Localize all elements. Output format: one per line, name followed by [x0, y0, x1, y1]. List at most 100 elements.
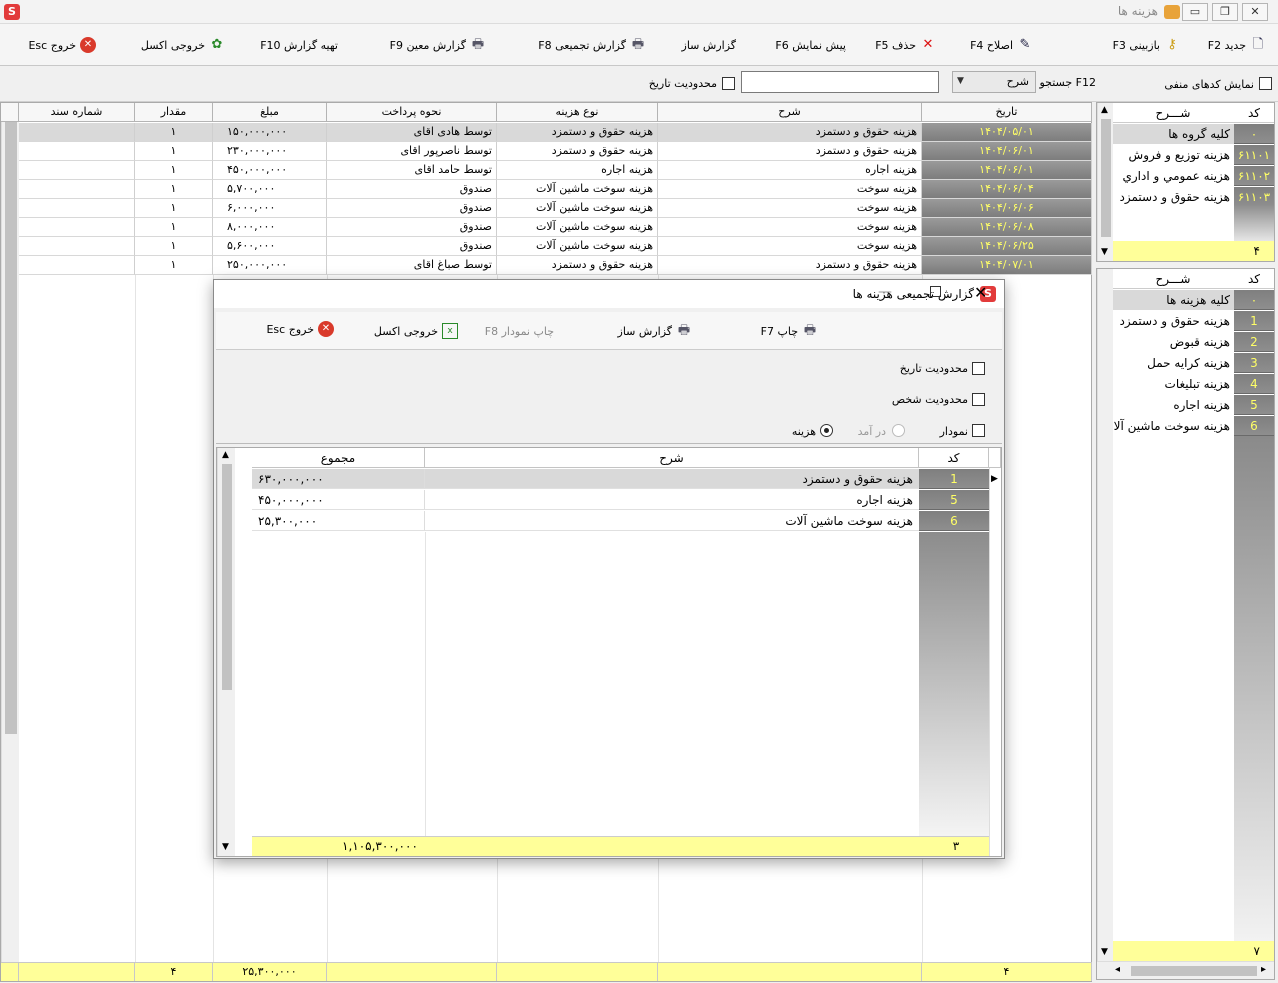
table-cell-pay[interactable]: توسط ناصرپور اقای — [327, 142, 497, 161]
dialog-maximize-button[interactable] — [930, 286, 941, 297]
table-cell-desc[interactable]: هزینه حقوق و دستمزد — [658, 142, 922, 161]
search-input[interactable] — [741, 71, 939, 93]
expense-code[interactable]: ۰ — [1234, 290, 1274, 310]
close-button[interactable]: ✕ — [1242, 3, 1268, 21]
dialog-row-total[interactable]: ۴۵۰,۰۰۰,۰۰۰ — [252, 490, 425, 510]
dialog-row-code[interactable]: 5 — [919, 490, 989, 510]
group-code[interactable]: ۶۱۱۰۳ — [1234, 187, 1274, 207]
table-cell-pay[interactable]: صندوق — [327, 237, 497, 256]
expense-desc[interactable]: کلیه هزینه ها — [1112, 290, 1234, 310]
group-code[interactable]: ۶۱۱۰۱ — [1234, 145, 1274, 165]
dialog-row-total[interactable]: ۲۵,۳۰۰,۰۰۰ — [252, 511, 425, 531]
dialog-excel-button[interactable]: x خروجی اکسل — [374, 322, 458, 340]
scroll-thumb[interactable] — [5, 122, 17, 734]
table-cell-type[interactable]: هزینه حقوق و دستمزد — [497, 142, 658, 161]
dialog-row-desc[interactable]: هزینه سوخت ماشین آلات — [425, 511, 919, 531]
dialog-minimize-button[interactable]: — — [878, 284, 892, 300]
table-cell-desc[interactable]: هزینه اجاره — [658, 161, 922, 180]
table-cell-date[interactable]: ۱۴۰۴/۰۶/۰۸ — [922, 218, 1092, 237]
dialog-row-code[interactable]: 1 — [919, 469, 989, 489]
show-negative-checkbox[interactable] — [1259, 77, 1272, 90]
table-cell-date[interactable]: ۱۴۰۴/۰۶/۰۶ — [922, 199, 1092, 218]
summary-report-button[interactable]: 🖶 گزارش تجمیعی F8 — [538, 36, 646, 54]
dialog-chart-print-button[interactable]: چاپ نمودار F8 — [485, 322, 554, 340]
table-cell-qty[interactable]: ۱ — [135, 256, 213, 275]
table-cell-doc[interactable] — [19, 256, 135, 275]
dialog-print-button[interactable]: 🖶 چاپ F7 — [761, 322, 818, 340]
table-cell-qty[interactable]: ۱ — [135, 123, 213, 142]
expense-code[interactable]: 5 — [1234, 395, 1274, 415]
expense-desc[interactable]: هزینه قبوض — [1112, 332, 1234, 352]
expense-code[interactable]: 2 — [1234, 332, 1274, 352]
prepare-report-button[interactable]: تهیه گزارش F10 — [260, 36, 338, 54]
expense-code[interactable]: 4 — [1234, 374, 1274, 394]
table-cell-date[interactable]: ۱۴۰۴/۰۶/۰۴ — [922, 180, 1092, 199]
dlg-col-header-total[interactable]: مجموع — [252, 448, 425, 468]
table-cell-doc[interactable] — [19, 237, 135, 256]
col-header-type[interactable]: نوع هزینه — [497, 103, 658, 122]
expense-hscrollbar[interactable]: ◂ ▸ — [1097, 961, 1274, 979]
table-cell-pay[interactable]: توسط هادی اقای — [327, 123, 497, 142]
table-cell-date[interactable]: ۱۴۰۴/۰۶/۲۵ — [922, 237, 1092, 256]
expense-desc[interactable]: هزینه کرایه حمل — [1112, 353, 1234, 373]
exit-button[interactable]: ✕ خروج Esc — [28, 36, 96, 54]
table-cell-qty[interactable]: ۱ — [135, 237, 213, 256]
table-cell-doc[interactable] — [19, 123, 135, 142]
income-radio[interactable] — [892, 424, 905, 437]
dialog-report-builder-button[interactable]: 🖶 گزارش ساز — [618, 322, 692, 340]
chevron-down-icon[interactable]: ▼ — [1101, 247, 1108, 257]
table-cell-date[interactable]: ۱۴۰۴/۰۶/۰۱ — [922, 161, 1092, 180]
edit-button[interactable]: ✎ اصلاح F4 — [970, 36, 1033, 54]
dialog-row-code[interactable]: 6 — [919, 511, 989, 531]
table-cell-amount[interactable]: ۴۵۰,۰۰۰,۰۰۰ — [213, 161, 327, 180]
dialog-row-desc[interactable]: هزینه اجاره — [425, 490, 919, 510]
col-header-payment[interactable]: نحوه پرداخت — [327, 103, 497, 122]
group-code[interactable]: ۶۱۱۰۲ — [1234, 166, 1274, 186]
table-cell-qty[interactable]: ۱ — [135, 161, 213, 180]
specific-report-button[interactable]: 🖶 گزارش معین F9 — [390, 36, 486, 54]
table-cell-desc[interactable]: هزینه سوخت — [658, 180, 922, 199]
dlg-col-header-desc[interactable]: شرح — [425, 448, 919, 468]
dlg-col-header-code[interactable]: کد — [919, 448, 989, 468]
expense-desc[interactable]: هزینه تبلیغات — [1112, 374, 1234, 394]
col-header-qty[interactable]: مقدار — [135, 103, 213, 122]
table-cell-qty[interactable]: ۱ — [135, 180, 213, 199]
person-limit-checkbox[interactable] — [972, 393, 985, 406]
expense-code[interactable]: 3 — [1234, 353, 1274, 373]
table-cell-amount[interactable]: ۲۳۰,۰۰۰,۰۰۰ — [213, 142, 327, 161]
table-cell-doc[interactable] — [19, 161, 135, 180]
group-desc[interactable]: هزینه توزیع و فروش — [1112, 145, 1234, 165]
table-cell-type[interactable]: هزینه حقوق و دستمزد — [497, 256, 658, 275]
table-cell-qty[interactable]: ۱ — [135, 199, 213, 218]
expense-desc[interactable]: هزینه حقوق و دستمزد — [1112, 311, 1234, 331]
scroll-thumb[interactable] — [222, 464, 232, 690]
table-cell-date[interactable]: ۱۴۰۴/۰۷/۰۱ — [922, 256, 1092, 275]
chart-checkbox[interactable] — [972, 424, 985, 437]
col-header-desc[interactable]: شرح — [658, 103, 922, 122]
col-header-amount[interactable]: مبلغ — [213, 103, 327, 122]
table-cell-desc[interactable]: هزینه حقوق و دستمزد — [658, 256, 922, 275]
dialog-close-button[interactable]: ✕ — [974, 283, 987, 302]
dialog-exit-button[interactable]: ✕ خروج Esc — [266, 320, 334, 338]
search-field-select[interactable]: شرح ▼ — [952, 71, 1036, 93]
table-cell-desc[interactable]: هزینه سوخت — [658, 237, 922, 256]
preview-button[interactable]: پیش نمایش F6 — [775, 36, 846, 54]
table-cell-amount[interactable]: ۶,۰۰۰,۰۰۰ — [213, 199, 327, 218]
table-cell-doc[interactable] — [19, 180, 135, 199]
chevron-down-icon[interactable]: ▼ — [1101, 947, 1108, 957]
report-builder-button[interactable]: گزارش ساز — [682, 36, 736, 54]
table-cell-amount[interactable]: ۵,۷۰۰,۰۰۰ — [213, 180, 327, 199]
table-cell-pay[interactable]: صندوق — [327, 218, 497, 237]
dialog-row-total[interactable]: ۶۳۰,۰۰۰,۰۰۰ — [252, 469, 425, 489]
table-cell-pay[interactable]: توسط صباغ اقای — [327, 256, 497, 275]
table-cell-qty[interactable]: ۱ — [135, 142, 213, 161]
table-cell-type[interactable]: هزینه سوخت ماشین آلات — [497, 218, 658, 237]
dialog-scrollbar[interactable]: ▲ ▼ — [217, 448, 235, 856]
col-header-doc[interactable]: شماره سند — [19, 103, 135, 122]
table-cell-date[interactable]: ۱۴۰۴/۰۶/۰۱ — [922, 142, 1092, 161]
group-desc[interactable]: هزینه حقوق و دستمزد — [1112, 187, 1234, 207]
expense-code[interactable]: 1 — [1234, 311, 1274, 331]
dialog-date-limit-checkbox[interactable] — [972, 362, 985, 375]
chevron-up-icon[interactable]: ▲ — [1101, 105, 1108, 115]
table-cell-amount[interactable]: ۸,۰۰۰,۰۰۰ — [213, 218, 327, 237]
